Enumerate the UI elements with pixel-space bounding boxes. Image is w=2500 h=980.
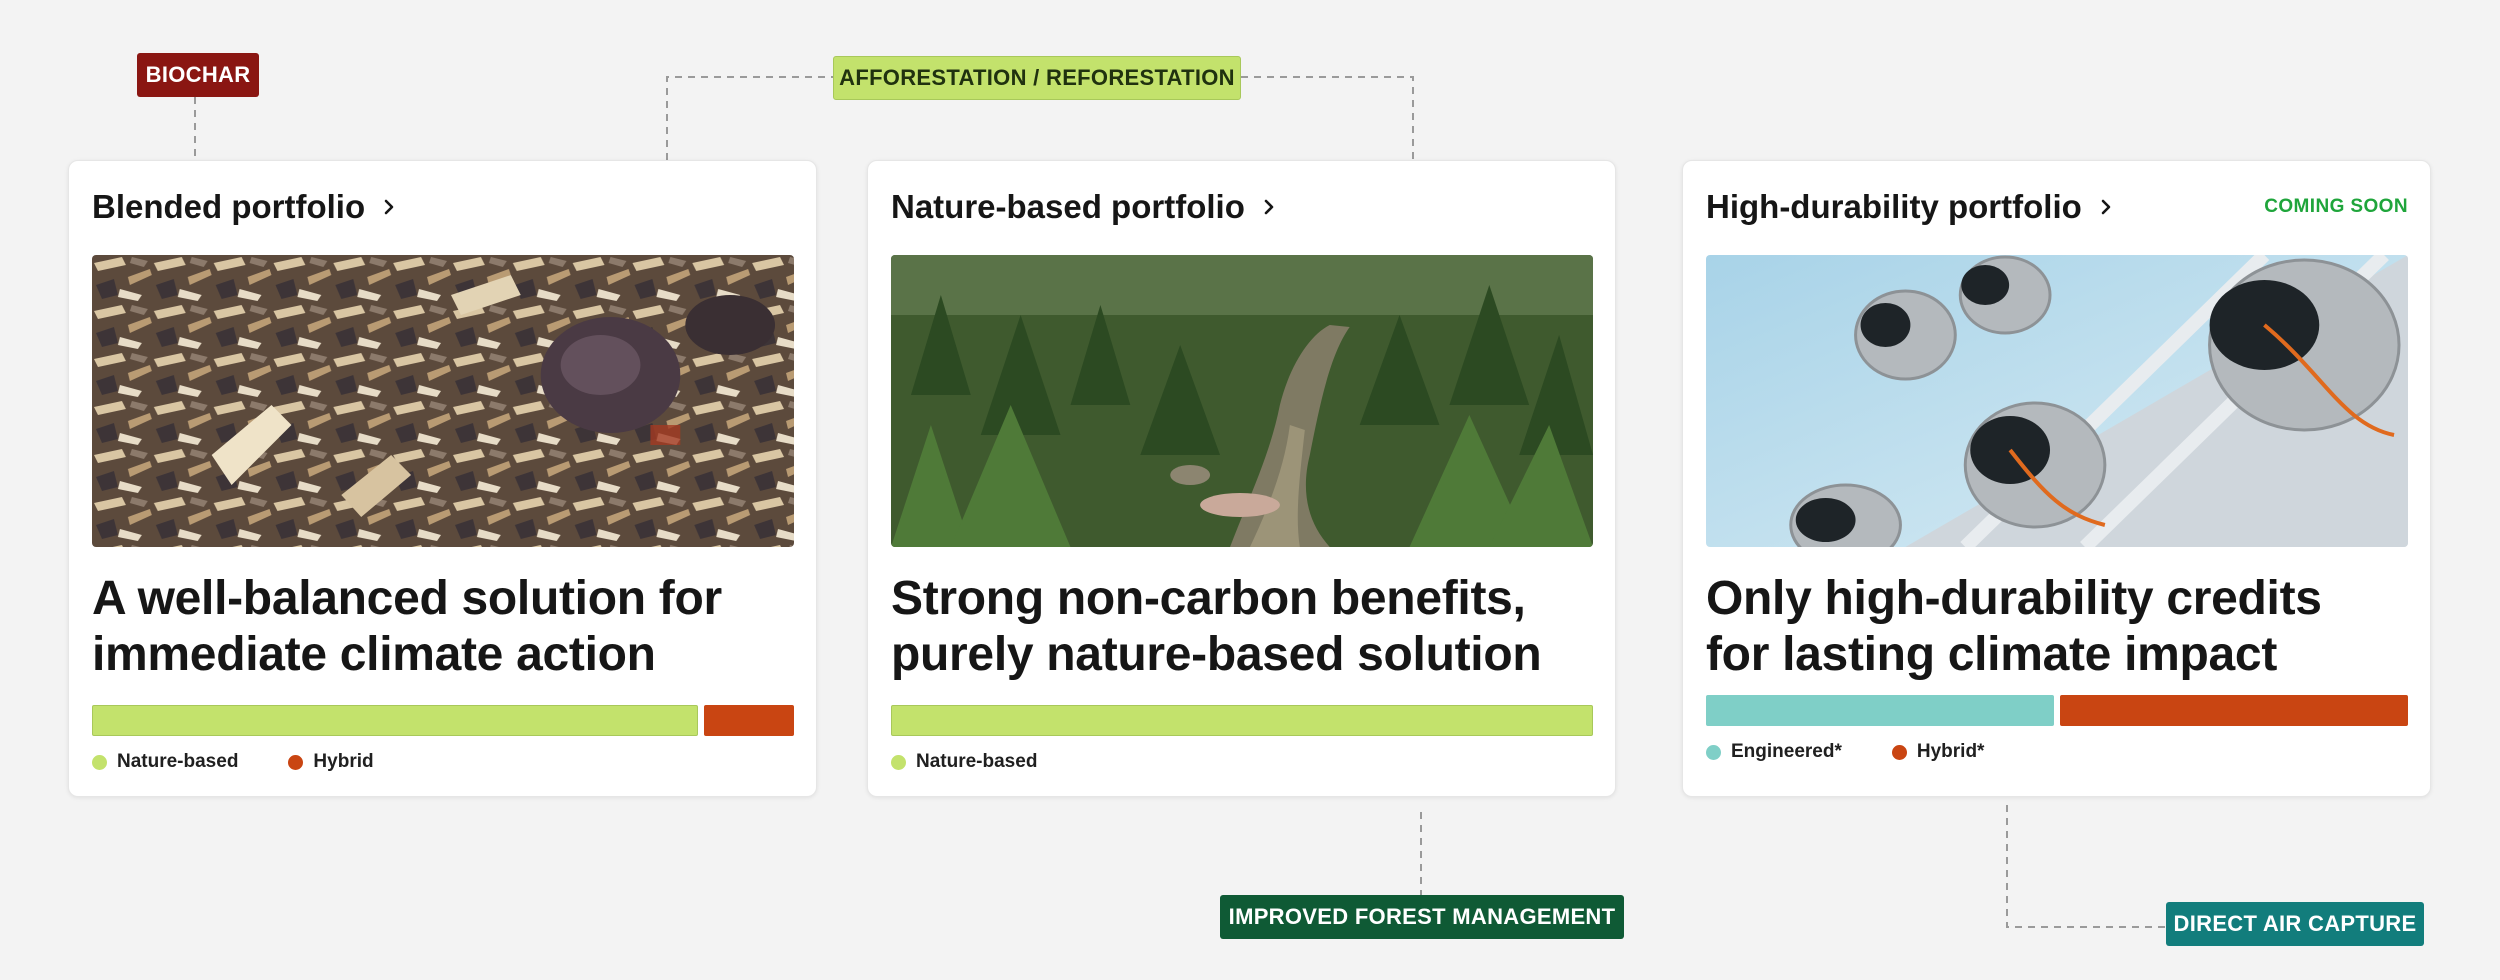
tag-biochar: BIOCHAR [137,53,259,97]
portfolio-card-high-durability[interactable]: High-durability portfolio COMING SOON On… [1682,160,2431,797]
legend-label: Nature-based [117,751,239,772]
tag-improved-forest-management: IMPROVED FOREST MANAGEMENT [1220,895,1624,939]
bar-segment-nature-based [92,705,698,736]
legend-label: Engineered* [1731,741,1842,762]
portfolio-legend: Engineered* Hybrid* [1706,741,1984,763]
card-title: High-durability portfolio [1706,188,2082,225]
card-title: Blended portfolio [92,188,366,225]
legend-item-engineered: Engineered* [1706,741,1842,763]
card-header: Nature-based portfolio [891,183,1593,231]
legend-item-hybrid: Hybrid* [1891,741,1985,763]
dac-connector [2006,805,2166,928]
afforestation-connector-left [666,76,833,160]
legend-label: Hybrid* [1916,741,1985,762]
portfolio-legend: Nature-based [891,751,1037,773]
bar-segment-hybrid [2060,695,2408,726]
card-headline: Only high-durability credits for lasting… [1706,571,2412,683]
card-title: Nature-based portfolio [891,188,1245,225]
nature-based-portfolio-link[interactable]: Nature-based portfolio [891,188,1279,226]
tag-afforestation-reforestation: AFFORESTATION / REFORESTATION [833,56,1241,100]
tag-direct-air-capture: DIRECT AIR CAPTURE [2166,902,2424,946]
portfolio-mix-bar [92,705,794,736]
legend-label: Nature-based [916,751,1038,772]
chevron-right-icon [384,199,394,215]
bar-segment-hybrid [704,705,794,736]
headline-line-1: A well-balanced solution for [92,572,722,625]
legend-label: Hybrid [313,751,374,772]
headline-line-1: Only high-durability credits [1706,572,2322,625]
headline-line-2: for lasting climate impact [1706,628,2278,681]
engineered-dot-icon [1706,744,1721,760]
card-headline: Strong non-carbon benefits, purely natur… [891,571,1597,683]
headline-line-2: purely nature-based solution [891,628,1542,681]
chevron-right-icon [2101,199,2111,215]
biochar-image [92,255,794,547]
legend-item-nature-based: Nature-based [92,751,238,773]
portfolio-mix-bar [891,705,1593,736]
card-header: Blended portfolio [92,183,794,231]
forest-river-image [891,255,1593,547]
nature-based-dot-icon [92,754,107,770]
headline-line-2: immediate climate action [92,628,656,681]
coming-soon-badge: COMING SOON [2264,196,2408,217]
portfolio-card-blended[interactable]: Blended portfolio A well-balanced soluti… [68,160,817,797]
bar-segment-nature-based [891,705,1593,736]
hybrid-dot-icon [288,754,304,770]
afforestation-connector-right [1241,76,1414,160]
card-header: High-durability portfolio COMING SOON [1706,183,2408,231]
high-durability-portfolio-link[interactable]: High-durability portfolio [1706,188,2116,226]
direct-air-capture-image [1706,255,2408,547]
card-headline: A well-balanced solution for immediate c… [92,571,798,683]
portfolio-card-nature-based[interactable]: Nature-based portfolio Strong non-carbon… [867,160,1616,797]
portfolio-legend: Nature-based Hybrid [92,751,374,773]
headline-line-1: Strong non-carbon benefits, [891,572,1526,625]
portfolio-mix-bar [1706,695,2408,726]
legend-item-nature-based: Nature-based [891,751,1037,773]
bar-segment-engineered [1706,695,2054,726]
legend-item-hybrid: Hybrid [288,751,374,773]
nature-based-dot-icon [891,754,906,770]
blended-portfolio-link[interactable]: Blended portfolio [92,188,399,226]
hybrid-dot-icon [1891,744,1907,760]
chevron-right-icon [1264,199,1274,215]
